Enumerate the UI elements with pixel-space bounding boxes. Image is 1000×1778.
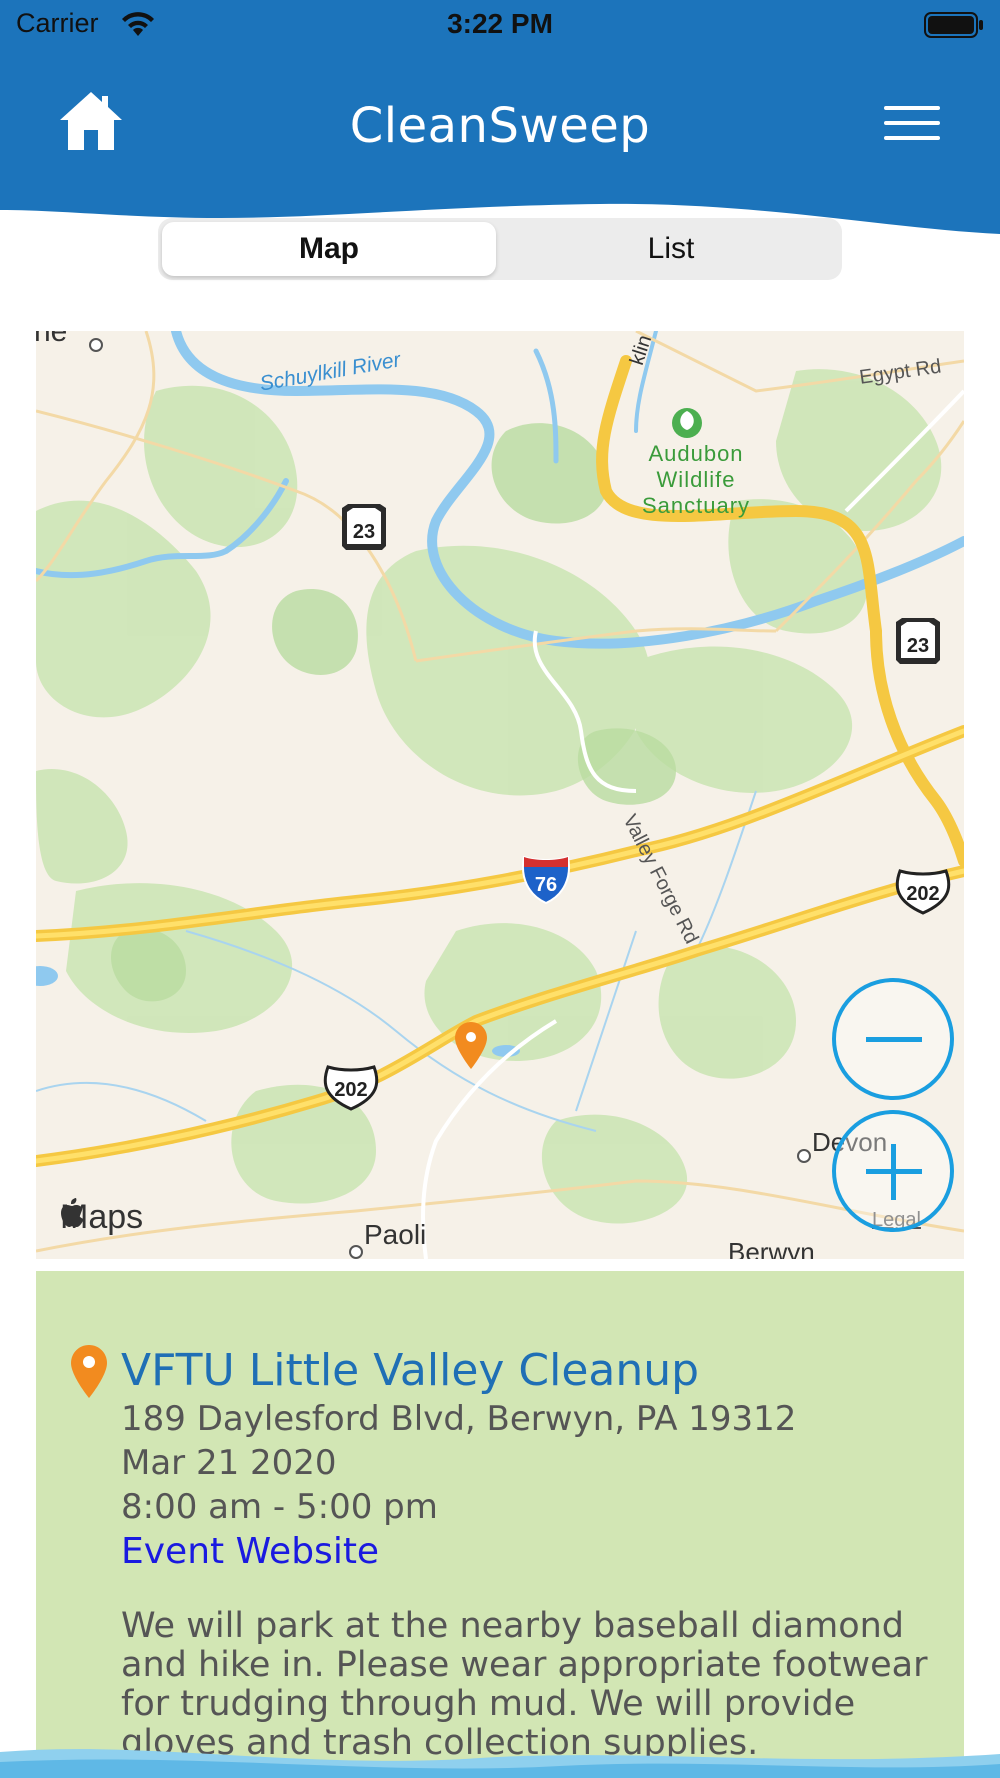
us-202-shield-icon: 202	[323, 1065, 379, 1111]
battery-icon	[924, 12, 983, 38]
us-202-shield-icon: 202	[895, 869, 951, 915]
interstate-76-shield-icon: 76	[522, 855, 570, 905]
app-header: Carrier 3:22 PM CleanSweep	[0, 0, 1000, 240]
map-label-berwyn: Berwyn	[728, 1237, 815, 1259]
zoom-in-button[interactable]	[832, 1110, 954, 1232]
event-map-pin-icon[interactable]	[454, 1021, 488, 1071]
event-time: 8:00 am - 5:00 pm	[121, 1487, 438, 1527]
us-202-label: 202	[334, 1079, 367, 1101]
tab-list[interactable]: List	[504, 222, 838, 276]
tab-map[interactable]: Map	[162, 222, 496, 276]
hamburger-menu-icon[interactable]	[884, 106, 940, 140]
map-label-paoli: Paoli	[364, 1219, 427, 1250]
map-label-corner: ne	[36, 331, 68, 348]
app-title: CleanSweep	[349, 98, 651, 154]
us-202-label: 202	[906, 883, 939, 905]
event-title[interactable]: VFTU Little Valley Cleanup	[121, 1345, 699, 1396]
route-23-label: 23	[907, 635, 929, 657]
map-view[interactable]: ne Schuylkill River klin Hwy Audubon Wil…	[36, 331, 964, 1259]
view-toggle: Map List	[158, 218, 842, 280]
map-label-sanctuary: Audubon Wildlife Sanctuary	[641, 441, 751, 518]
route-23-shield-icon: 23	[342, 504, 386, 550]
zoom-out-button[interactable]	[832, 978, 954, 1100]
interstate-76-label: 76	[535, 874, 557, 896]
maps-attribution: Maps	[60, 1198, 143, 1237]
status-time: 3:22 PM	[447, 8, 553, 39]
route-23-shield-icon: 23	[896, 618, 940, 664]
footer-wave	[0, 1749, 1000, 1778]
route-23-label: 23	[353, 521, 375, 543]
apple-logo-icon	[61, 1198, 84, 1227]
event-card[interactable]: VFTU Little Valley Cleanup 189 Daylesfor…	[36, 1271, 964, 1778]
event-date: Mar 21 2020	[121, 1443, 337, 1483]
map-canvas[interactable]	[36, 331, 964, 1259]
event-address: 189 Daylesford Blvd, Berwyn, PA 19312	[121, 1399, 797, 1439]
event-website-link[interactable]: Event Website	[121, 1531, 379, 1572]
location-pin-icon	[71, 1345, 107, 1398]
status-bar: Carrier 3:22 PM	[0, 0, 1000, 50]
minus-icon	[866, 1037, 922, 1042]
